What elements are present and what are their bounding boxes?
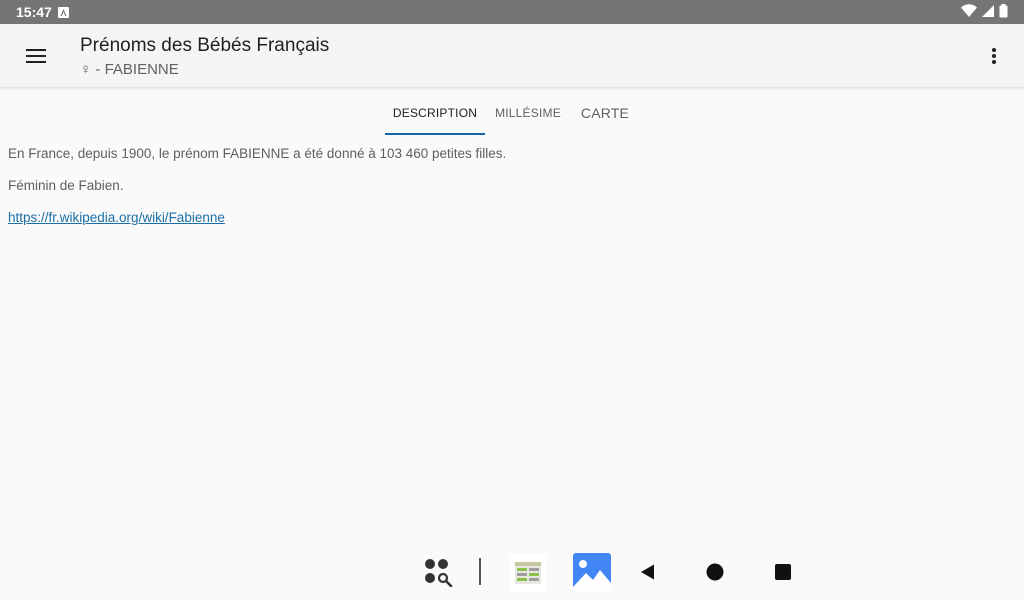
status-time: 15:47: [16, 4, 52, 20]
navigation-bar: [0, 544, 1024, 600]
status-bar-right: [961, 3, 1008, 21]
gallery-app-icon[interactable]: [573, 553, 611, 591]
app-bar-titles: Prénoms des Bébés Français ♀ - FABIENNE: [80, 34, 329, 81]
signal-icon: [981, 4, 995, 21]
origin-text: Féminin de Fabien.: [8, 178, 124, 193]
app-bar: Prénoms des Bébés Français ♀ - FABIENNE: [0, 24, 1024, 88]
tab-carte[interactable]: CARTE: [574, 89, 636, 136]
home-icon[interactable]: [704, 561, 726, 583]
more-vert-icon[interactable]: [978, 36, 1010, 76]
back-icon[interactable]: [636, 561, 658, 583]
tab-millesime[interactable]: MILLÉSIME: [488, 89, 568, 136]
app-search-icon[interactable]: [421, 556, 455, 588]
tab-indicator: [385, 133, 485, 135]
taskbar-divider: [479, 558, 481, 585]
wikipedia-link[interactable]: https://fr.wikipedia.org/wiki/Fabienne: [8, 210, 225, 225]
tab-bar: DESCRIPTION MILLÉSIME CARTE: [0, 89, 1024, 136]
description-text: En France, depuis 1900, le prénom FABIEN…: [8, 146, 507, 161]
status-bar-left: 15:47: [16, 4, 69, 20]
description-content: En France, depuis 1900, le prénom FABIEN…: [8, 144, 1008, 228]
spreadsheet-app-icon[interactable]: [509, 554, 547, 592]
recents-icon[interactable]: [773, 562, 793, 582]
status-bar: 15:47: [0, 0, 1024, 24]
battery-icon: [999, 3, 1008, 21]
notification-a-icon: [57, 6, 69, 18]
screen: 15:47 Prénoms des Bébés Français ♀ - FAB…: [0, 0, 1024, 600]
app-title: Prénoms des Bébés Français: [80, 35, 330, 56]
hamburger-menu-icon[interactable]: [16, 36, 56, 76]
wifi-icon: [961, 3, 977, 21]
app-subtitle: ♀ - FABIENNE: [80, 61, 179, 78]
tab-description[interactable]: DESCRIPTION: [385, 89, 485, 136]
